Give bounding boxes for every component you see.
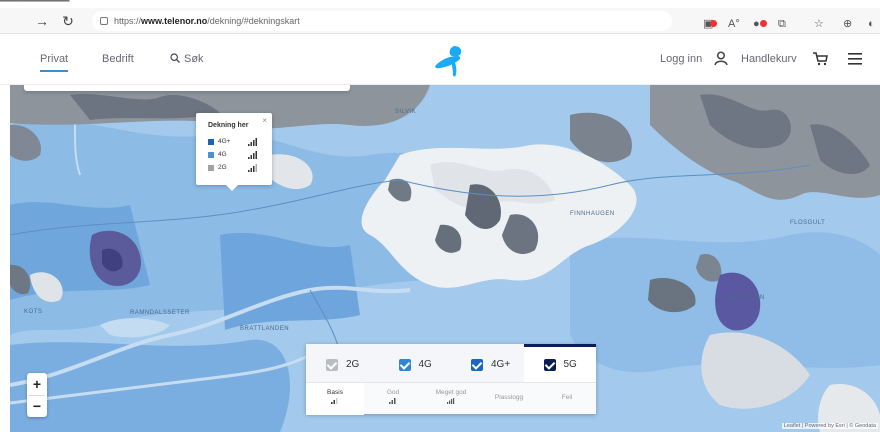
favorites-icon[interactable]: ☆: [814, 14, 828, 30]
signal-bars-icon: [331, 398, 338, 404]
cart-icon[interactable]: [812, 52, 828, 66]
legend-row-2g: 2G: [208, 163, 264, 173]
profile-icon[interactable]: ⊕: [843, 14, 857, 30]
quality-god[interactable]: God: [364, 383, 422, 415]
extension-badge-icon[interactable]: ●: [753, 14, 767, 30]
technology-filter-panel: 2G 4G 4G+ 5G Basis God Meget god Plasslo…: [306, 344, 596, 415]
signal-bars-icon: [248, 164, 257, 172]
search-label: Søk: [184, 53, 204, 65]
signal-bars-icon: [248, 151, 257, 159]
tech-toggle-2g[interactable]: 2G: [306, 344, 379, 382]
collections-icon[interactable]: ⧉: [778, 14, 792, 30]
login-link[interactable]: Logg inn: [660, 53, 702, 65]
hamburger-menu-icon[interactable]: [848, 53, 862, 65]
zoom-out-button[interactable]: −: [27, 395, 47, 417]
tech-label: 5G: [563, 359, 577, 370]
signal-bars-icon: [447, 398, 455, 404]
quality-label: Plasslogg: [494, 394, 524, 401]
quality-label: Basis: [327, 389, 343, 396]
signal-bars-icon: [389, 398, 396, 404]
quality-label: Meget god: [435, 389, 467, 396]
forward-arrow-icon[interactable]: →: [32, 12, 52, 30]
map-label: RAMNDALSSETER: [130, 310, 190, 316]
quality-plasslogg[interactable]: Plasslogg: [480, 383, 538, 415]
quality-label: Feil: [561, 394, 573, 401]
legend-label: 4G+: [218, 138, 231, 145]
legend-row-4g-plus: 4G+: [208, 137, 264, 147]
quality-basis[interactable]: Basis: [306, 383, 364, 415]
search-link[interactable]: Søk: [170, 53, 204, 65]
checkbox-checked-icon[interactable]: [326, 359, 338, 371]
signal-bars-icon: [248, 138, 257, 146]
checkbox-checked-icon[interactable]: [543, 359, 556, 371]
signal-quality-row: Basis God Meget god Plasslogg Feil: [306, 382, 596, 415]
menu-overflow-icon[interactable]: ◐: [868, 14, 880, 30]
map-attribution[interactable]: Leaflet | Powered by Esri | © Geodata: [781, 423, 878, 429]
site-header: Privat Bedrift Søk Logg inn Handlekurv: [0, 35, 880, 85]
user-icon[interactable]: [714, 51, 728, 66]
reload-icon[interactable]: ↻: [58, 12, 78, 30]
address-bar[interactable]: https://www.telenor.no/dekning/#deknings…: [92, 11, 672, 31]
legend-swatch: [208, 165, 214, 171]
zoom-in-button[interactable]: +: [27, 373, 47, 395]
quality-meget-god[interactable]: Meget god: [422, 383, 480, 415]
tech-toggle-5g[interactable]: 5G: [523, 344, 596, 382]
tech-label: 4G+: [491, 359, 511, 370]
cart-link[interactable]: Handlekurv: [741, 53, 797, 65]
address-text: https://www.telenor.no/dekning/#deknings…: [114, 16, 300, 26]
map-label: FLOSGULT: [790, 220, 826, 226]
quality-feil[interactable]: Feil: [538, 383, 596, 415]
legend-label: 2G: [218, 164, 227, 171]
map-label: HAVLDALEN: [725, 295, 765, 301]
telenor-logo[interactable]: [432, 43, 472, 79]
legend-swatch: [208, 139, 214, 145]
map-label: BRATTLANDEN: [240, 326, 290, 332]
tech-toggle-4g[interactable]: 4G: [378, 344, 451, 382]
legend-label: 4G: [218, 151, 227, 158]
nav-privat[interactable]: Privat: [40, 53, 69, 72]
map-label: FINNHAUGEN: [570, 211, 615, 217]
legend-row-4g: 4G: [208, 150, 264, 160]
checkbox-checked-icon[interactable]: [471, 359, 483, 371]
tech-label: 2G: [346, 359, 360, 370]
coverage-popup: Dekning her × 4G+ 4G 2G: [196, 113, 272, 191]
quality-label: God: [386, 389, 400, 396]
zoom-control: + −: [27, 373, 47, 417]
search-icon: [170, 53, 180, 63]
tech-label: 4G: [418, 359, 432, 370]
map-label: SILVIK: [395, 109, 417, 115]
top-strip: ───────: [0, 0, 880, 8]
translate-icon[interactable]: A°: [728, 14, 742, 30]
legend-swatch: [208, 152, 214, 158]
top-strip-label: ───────: [0, 0, 70, 8]
tech-toggle-4g-plus[interactable]: 4G+: [451, 344, 524, 382]
browser-toolbar: → ↻ https://www.telenor.no/dekning/#dekn…: [0, 8, 880, 34]
map-label: KOTS: [24, 309, 43, 315]
checkbox-checked-icon[interactable]: [398, 359, 411, 371]
lock-icon: [100, 17, 108, 25]
close-icon[interactable]: ×: [262, 116, 267, 125]
extension-icon[interactable]: ▣: [703, 14, 717, 30]
legend-title: Dekning her: [208, 122, 249, 129]
nav-bedrift[interactable]: Bedrift: [102, 53, 134, 65]
search-panel: [24, 85, 350, 91]
